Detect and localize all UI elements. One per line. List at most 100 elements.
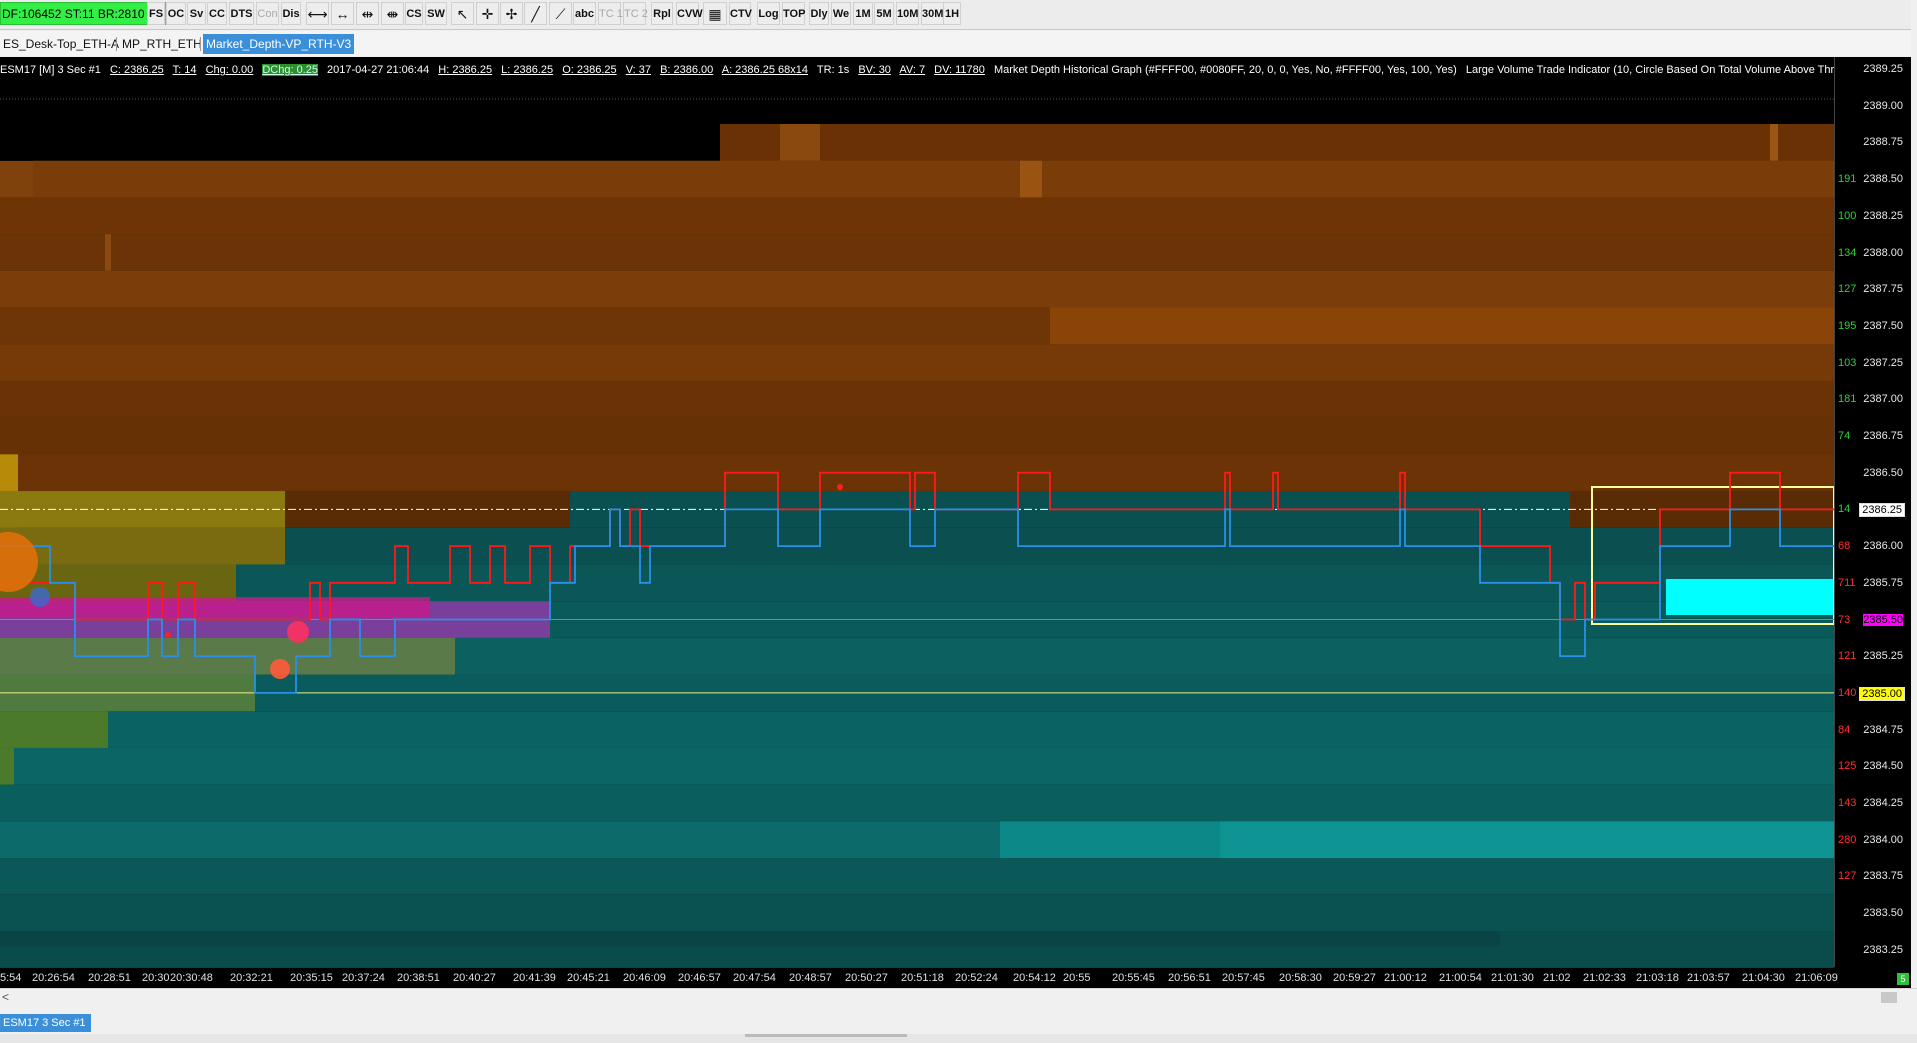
toolbar-button-fs[interactable]: FS <box>147 2 165 25</box>
scale-both-icon[interactable]: ↔ <box>331 2 354 25</box>
price-scale-label: 2383.50 <box>1863 907 1903 920</box>
toolbar-button-5m[interactable]: 5M <box>874 2 894 25</box>
price-scale-label: 2386.00 <box>1863 540 1903 553</box>
time-axis-label: 20:26:54 <box>32 972 75 984</box>
price-scale-label: 2386.50 <box>1863 466 1903 479</box>
tab-market-depth-vp-rth-v3[interactable]: Market_Depth-VP_RTH-V3 <box>203 34 355 54</box>
scroll-thumb[interactable] <box>1881 992 1897 1003</box>
tab-es-desk-top-eth-a[interactable]: ES_Desk-Top_ETH-A <box>0 34 122 54</box>
ray-tool-icon[interactable]: ⟋ <box>549 2 572 25</box>
ask-depth-band <box>0 380 1834 418</box>
ask-depth-band <box>0 197 1834 235</box>
toolbar-button-dts[interactable]: DTS <box>229 2 254 25</box>
chart-plot-area[interactable]: ESM17 [M] 3 Sec #1 C: 2386.25 T: 14 Chg:… <box>0 57 1870 967</box>
time-axis-label: 20:58:30 <box>1279 972 1322 984</box>
time-axis-label: 20:48:57 <box>789 972 832 984</box>
time-axis-label: 20:51:18 <box>901 972 944 984</box>
ask-depth-band <box>0 234 1834 271</box>
scale-horizontal-icon[interactable]: ⟷ <box>306 2 329 25</box>
toolbar-button-con[interactable]: Con <box>256 2 279 25</box>
price-scale-label: 2387.75 <box>1863 283 1903 296</box>
toolbar-button-1m[interactable]: 1M <box>853 2 873 25</box>
bid-depth-band <box>0 894 1834 932</box>
info-daily-change: DChg: 0.25 <box>262 64 318 76</box>
depth-volume-label: 100 <box>1838 209 1857 222</box>
price-scale-label: 2387.00 <box>1863 393 1903 406</box>
toolbar-button-we[interactable]: We <box>831 2 851 25</box>
toolbar-button-cc[interactable]: CC <box>207 2 227 25</box>
price-scale-label: 2385.50 <box>1863 613 1903 626</box>
right-edge-scrollbar[interactable] <box>1911 0 1917 1012</box>
info-daily-volume: DV: 11780 <box>934 64 985 76</box>
time-axis-label: 20:59:27 <box>1333 972 1376 984</box>
info-change: Chg: 0.00 <box>205 64 254 76</box>
ask-depth-band <box>720 124 1834 161</box>
toolbar-button-log[interactable]: Log <box>757 2 780 25</box>
large-volume-trade-circle <box>165 632 171 638</box>
price-scale-label: 2385.25 <box>1863 650 1903 663</box>
chart-window[interactable]: ESM17 [M] 3 Sec #1 C: 2386.25 T: 14 Chg:… <box>0 57 1911 988</box>
line-tool-icon[interactable]: ╱ <box>524 2 547 25</box>
toolbar-button-tc-2[interactable]: TC 2 <box>623 2 648 25</box>
depth-volume-label: 711 <box>1838 576 1856 589</box>
compress-horizontal-icon[interactable]: ⇹ <box>356 2 379 25</box>
price-scale-label: 2385.00 <box>1859 686 1905 701</box>
ask-depth-band <box>1020 160 1042 198</box>
time-axis[interactable]: 5:54 20:26:54 20:28:51 20:30 20:30:48 20:32:2… <box>0 967 1838 988</box>
historical-depth-green <box>0 747 14 785</box>
toolbar-button-cvw[interactable]: CVW <box>676 2 703 25</box>
ask-depth-band <box>1050 307 1834 345</box>
time-axis-label: 20:35:15 <box>290 972 333 984</box>
toolbar-button-sw[interactable]: SW <box>425 2 447 25</box>
toolbar-button-oc[interactable]: OC <box>166 2 186 25</box>
time-axis-label: 20:38:51 <box>397 972 440 984</box>
toolbar-button-dly[interactable]: Dly <box>809 2 829 25</box>
expand-horizontal-icon[interactable]: ⇼ <box>381 2 404 25</box>
toolbar-button-ctv[interactable]: CTV <box>729 2 752 25</box>
trade-window-icon[interactable]: ▦ <box>703 2 727 25</box>
toolbar-button-1h[interactable]: 1H <box>943 2 961 25</box>
info-bid: B: 2386.00 <box>660 64 714 76</box>
toolbar-button-30m[interactable]: 30M <box>921 2 944 25</box>
time-axis-label: 20:50:27 <box>845 972 888 984</box>
pointer-icon[interactable]: ↖ <box>451 2 474 25</box>
cursor-cross-icon[interactable]: ✢ <box>500 2 523 25</box>
toolbar-button-top[interactable]: TOP <box>782 2 805 25</box>
time-axis-label: 21:04:30 <box>1742 972 1785 984</box>
time-axis-label: 21:03:57 <box>1687 972 1730 984</box>
info-low: L: 2386.25 <box>501 64 554 76</box>
crosshair-icon[interactable]: ✛ <box>476 2 499 25</box>
time-axis-label: 20:46:57 <box>678 972 721 984</box>
scroll-left-arrow-icon[interactable]: < <box>2 989 9 1006</box>
toolbar-button-abc[interactable]: abc <box>573 2 596 25</box>
resize-grip[interactable] <box>745 1034 907 1037</box>
tab-esm17-3sec[interactable]: ESM17 3 Sec #1 <box>0 1014 91 1032</box>
tab-separator <box>116 37 117 51</box>
tab-mp-rth-eth[interactable]: MP_RTH_ETH <box>119 34 205 54</box>
time-axis-label: 20:32:21 <box>230 972 273 984</box>
ask-depth-band <box>1770 124 1778 161</box>
price-scale-label: 2386.25 <box>1859 503 1905 518</box>
toolbar-button-dis[interactable]: Dis <box>281 2 301 25</box>
time-axis-label: 21:02 <box>1543 972 1571 984</box>
time-axis-label: 20:46:09 <box>623 972 666 984</box>
horizontal-scrollbar[interactable]: < <box>0 988 1917 1006</box>
depth-highlight-block <box>1666 579 1834 615</box>
depth-volume-label: 191 <box>1838 173 1857 186</box>
info-ask: A: 2386.25 68x14 <box>721 64 808 76</box>
time-axis-label: 20:30 <box>142 972 170 984</box>
toolbar-button-10m[interactable]: 10M <box>896 2 919 25</box>
tab-separator <box>200 37 201 51</box>
corner-indicator: 5 <box>1897 973 1909 985</box>
price-scale-label: 2387.50 <box>1863 319 1903 332</box>
price-scale-label: 2389.00 <box>1863 99 1903 112</box>
ask-depth-band <box>0 270 1834 308</box>
depth-volume-label: 14 <box>1838 503 1851 516</box>
historical-depth-green <box>0 711 108 748</box>
main-toolbar: DF:106452 ST:11 BR:2810 FS OC Sv CC DTS Con Di… <box>0 0 1917 30</box>
toolbar-button-rpl[interactable]: Rpl <box>651 2 673 25</box>
depth-volume-label: 140 <box>1838 686 1857 699</box>
toolbar-button-sv[interactable]: Sv <box>187 2 206 25</box>
toolbar-button-tc-1[interactable]: TC 1 <box>598 2 623 25</box>
toolbar-button-cs[interactable]: CS <box>405 2 423 25</box>
